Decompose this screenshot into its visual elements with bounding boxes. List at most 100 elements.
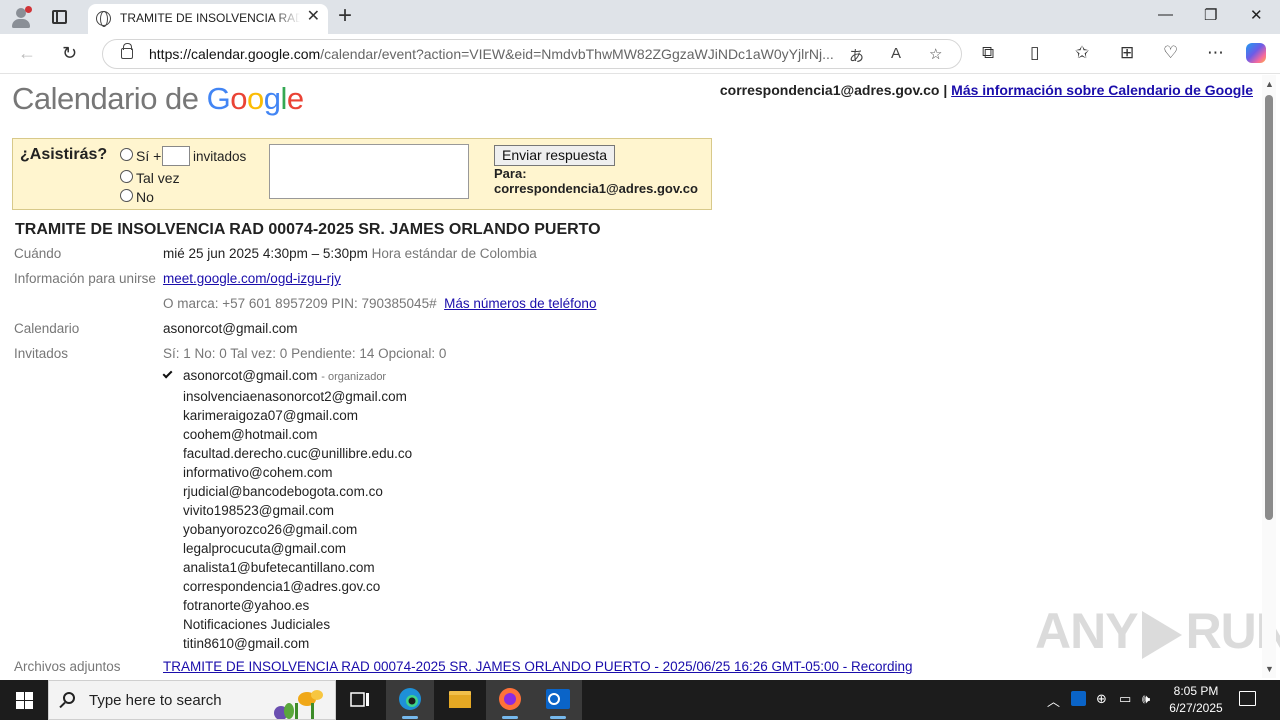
guest-list: asonorcot@gmail.com - organizador insolv… [183,366,412,653]
collections-icon[interactable]: ⊞ [1120,43,1134,63]
tab-title: TRAMITE DE INSOLVENCIA RAD 00074-2025 SR… [120,11,300,25]
search-icon [63,692,75,704]
task-view-icon[interactable] [336,680,384,720]
taskbar-search[interactable]: Type here to search [48,680,336,720]
edge-taskbar-icon[interactable] [386,680,434,720]
heart-pulse-icon[interactable]: ♡ [1163,43,1178,63]
outlook-taskbar-icon[interactable] [534,680,582,720]
flower-decoration-icon [274,690,323,719]
guest-item: Notificaciones Judiciales [183,617,331,632]
rsvp-maybe-label: Tal vez [136,170,180,186]
attachment-link[interactable]: TRAMITE DE INSOLVENCIA RAD 00074-2025 SR… [163,659,913,674]
calendar-value: asonorcot@gmail.com [163,321,298,336]
refresh-icon[interactable]: ↻ [62,43,77,63]
windows-taskbar: Type here to search ︿ ⊕ ▭ 🕪 8:05 PM 6/27… [0,680,1280,720]
puzzle-icon[interactable]: ⧉ [982,43,994,63]
guest-counts: Sí: 1 No: 0 Tal vez: 0 Pendiente: 14 Opc… [163,346,447,361]
rsvp-recipient: Para: correspondencia1@adres.gov.co [494,166,698,196]
back-arrow-icon[interactable]: ← [18,43,36,63]
guest-item: informativo@cohem.com [183,465,333,480]
when-value: mié 25 jun 2025 4:30pm – 5:30pm Hora est… [163,246,537,261]
scroll-up-icon[interactable]: ▲ [1265,79,1274,89]
guests-suffix-label: invitados [193,149,247,164]
lock-icon[interactable] [121,43,133,59]
clock-time: 8:05 PM [1173,684,1219,698]
close-window-icon[interactable]: ✕ [1250,6,1263,24]
file-explorer-icon[interactable] [436,680,484,720]
profile-icon[interactable] [10,6,32,28]
guest-item: fotranorte@yahoo.es [183,598,310,613]
url-text[interactable]: https://calendar.google.com/calendar/eve… [149,46,839,62]
minimize-icon[interactable]: — [1158,6,1173,23]
clock-date: 6/27/2025 [1169,701,1223,715]
calendar-label: Calendario [14,321,80,336]
rsvp-comment-textarea[interactable] [269,144,469,199]
new-tab-button[interactable]: + [338,4,352,28]
guest-item: rjudicial@bancodebogota.com.co [183,484,383,499]
split-screen-icon[interactable]: ▯ [1030,43,1039,63]
browser-tab-strip: TRAMITE DE INSOLVENCIA RAD 00074-2025 SR… [0,0,1280,34]
guest-item: yobanyorozco26@gmail.com [183,522,358,537]
read-aloud-icon[interactable]: A [891,45,901,62]
play-icon [1141,610,1182,659]
calendar-logo: Calendario de Google [12,81,304,116]
favorites-icon[interactable]: ✩ [1075,43,1089,63]
translate-icon[interactable]: あ [849,45,864,66]
more-phone-numbers-link[interactable]: Más números de teléfono [444,296,596,311]
windows-start-icon[interactable] [16,692,33,709]
close-tab-icon[interactable]: ✕ [307,9,320,25]
firefox-taskbar-icon[interactable] [486,680,534,720]
rsvp-panel: ¿Asistirás? Sí + invitados Tal vez No En… [12,138,712,210]
rsvp-no-label: No [136,189,154,205]
scrollbar-thumb[interactable] [1265,95,1273,520]
guest-item: coohem@hotmail.com [183,427,318,442]
page-viewport: Calendario de Google correspondencia1@ad… [4,75,1262,678]
tray-network-icon[interactable]: ▭ [1119,691,1131,707]
rsvp-maybe-radio[interactable] [120,170,133,183]
search-placeholder: Type here to search [89,692,222,709]
guest-item: insolvenciaenasonorcot2@gmail.com [183,389,407,404]
guest-item: asonorcot@gmail.com - organizador [183,368,387,383]
guest-item: analista1@bufetecantillano.com [183,560,375,575]
notification-icon[interactable] [1239,691,1256,706]
page-scrollbar[interactable]: ▲ ▼ [1262,75,1276,678]
user-info: correspondencia1@adres.gov.co | Más info… [719,82,1253,98]
rsvp-yes-radio[interactable] [120,148,133,161]
tray-network-share-icon[interactable]: ⊕ [1096,691,1107,707]
tray-chevron-icon[interactable]: ︿ [1047,691,1060,710]
checkmark-icon [162,368,173,379]
maximize-icon[interactable]: ❐ [1204,6,1217,24]
more-info-link[interactable]: Más información sobre Calendario de Goog… [951,82,1253,98]
send-response-button[interactable]: Enviar respuesta [494,145,616,166]
guests-label: Invitados [14,346,69,361]
address-bar[interactable]: https://calendar.google.com/calendar/eve… [102,39,962,69]
guests-count-input[interactable] [162,146,190,166]
tray-volume-icon[interactable]: 🕪 [1142,691,1150,707]
event-title: TRAMITE DE INSOLVENCIA RAD 00074-2025 SR… [15,221,601,238]
scroll-down-icon[interactable]: ▼ [1265,664,1274,674]
attachments-label: Archivos adjuntos [14,659,121,674]
anyrun-watermark: ANYRUN [1035,603,1280,659]
address-bar-row: ← ↻ https://calendar.google.com/calendar… [0,34,1280,74]
browser-tab[interactable]: TRAMITE DE INSOLVENCIA RAD 00074-2025 SR… [88,4,328,34]
tab-actions-icon[interactable] [52,10,67,24]
taskbar-clock[interactable]: 8:05 PM 6/27/2025 [1168,683,1224,717]
more-icon[interactable]: ⋯ [1207,43,1224,63]
rsvp-question: ¿Asistirás? [20,146,108,163]
guest-item: facultad.derecho.cuc@unillibre.edu.co [183,446,413,461]
globe-icon [96,11,111,27]
rsvp-no-radio[interactable] [120,189,133,202]
tray-outlook-icon[interactable] [1071,691,1086,706]
rsvp-yes-label: Sí + [136,148,162,164]
join-info-label: Información para unirse [14,271,156,286]
guest-item: titin8610@gmail.com [183,636,310,651]
guest-item: correspondencia1@adres.gov.co [183,579,381,594]
guest-item: karimeraigoza07@gmail.com [183,408,359,423]
user-email: correspondencia1@adres.gov.co [719,82,940,98]
guest-item: legalprocucuta@gmail.com [183,541,347,556]
star-icon[interactable]: ☆ [929,45,942,63]
when-label: Cuándo [14,246,62,261]
copilot-icon[interactable] [1246,43,1266,63]
dial-in-info: O marca: +57 601 8957209 PIN: 790385045#… [163,296,597,311]
meet-link[interactable]: meet.google.com/ogd-izgu-rjy [163,271,341,286]
